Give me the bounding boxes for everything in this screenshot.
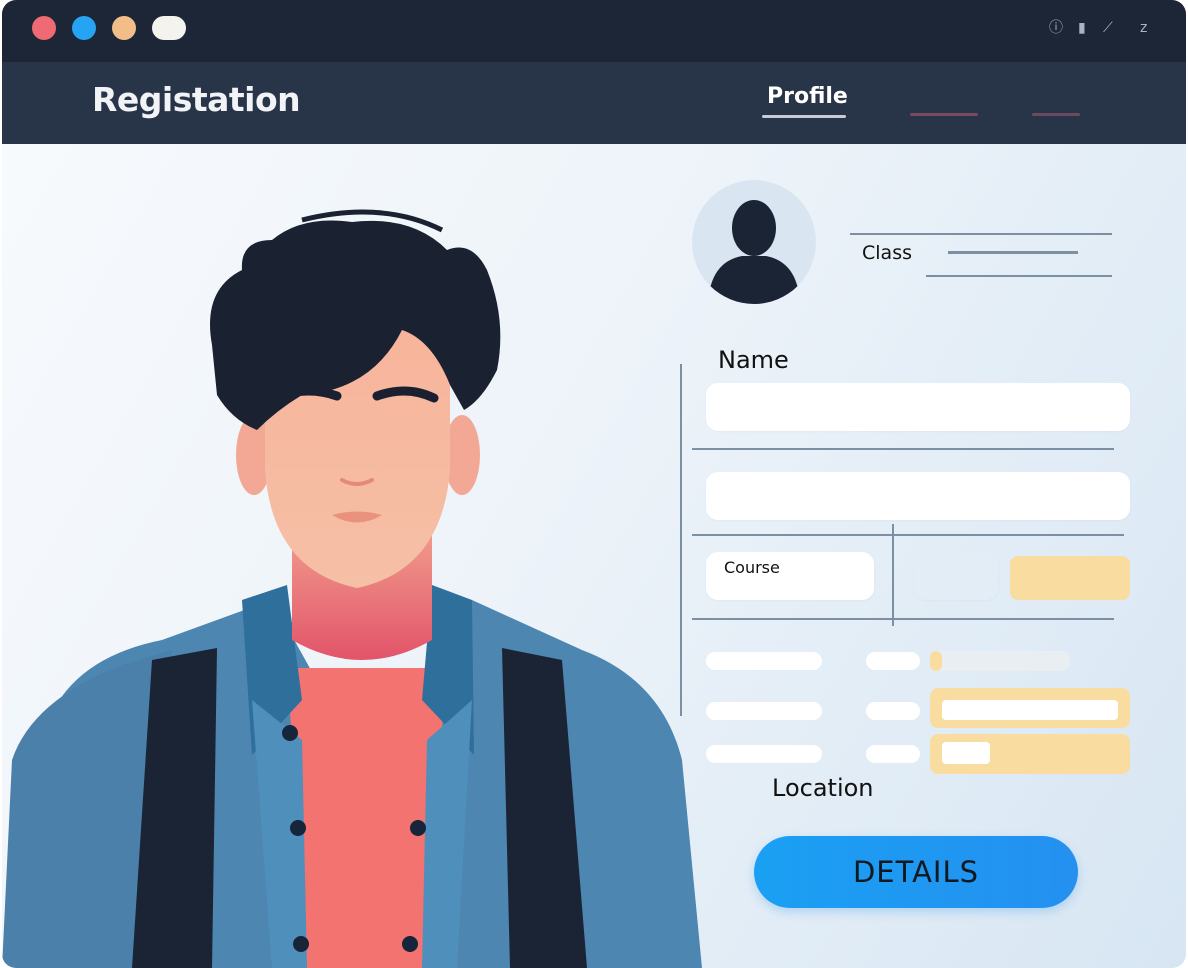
form-left-divider [680,364,682,716]
course-divider-vertical [892,524,894,626]
tab-profile[interactable]: Profile [767,84,848,109]
class-line-top [850,233,1112,235]
course-divider-top [692,534,1124,536]
tab-profile-underline [762,115,846,118]
battery-icon: ▮ [1078,20,1086,36]
tab-underline-2[interactable] [910,113,978,116]
detail-row-2-field[interactable] [942,700,1118,720]
app-window: ⓘ ▮ ⟋ z Registation Profile Class Name C… [2,0,1186,968]
detail-row-1-key [866,652,920,670]
detail-row-1-label [706,652,822,670]
name-field[interactable] [706,383,1130,431]
app-title: Registation [92,80,301,119]
tab-underline-3[interactable] [1032,113,1080,116]
close-window-button[interactable] [32,16,56,40]
name-label: Name [718,346,789,374]
close-icon[interactable]: z [1140,20,1147,36]
details-button[interactable]: DETAILS [754,836,1078,908]
detail-row-1-progress [930,651,1070,671]
name-divider [692,448,1114,450]
course-field[interactable]: Course [706,552,874,600]
info-icon[interactable]: ⓘ [1049,20,1063,36]
detail-row-3-label [706,745,822,763]
signal-icon: ⟋ [1103,20,1113,36]
location-label: Location [772,774,874,802]
detail-row-3-key [866,745,920,763]
class-line-bottom [926,275,1112,277]
window-control-pill[interactable] [152,16,186,40]
class-value-line [948,251,1078,254]
maximize-window-button[interactable] [112,16,136,40]
course-label: Course [724,558,780,577]
detail-row-3-field[interactable] [942,742,990,764]
student-illustration [2,209,702,968]
detail-row-2-label [706,702,822,720]
class-label: Class [862,242,912,264]
minimize-window-button[interactable] [72,16,96,40]
course-option[interactable] [914,552,998,600]
detail-row-2-key [866,702,920,720]
secondary-field[interactable] [706,472,1130,520]
user-silhouette-icon [708,200,800,304]
profile-avatar[interactable] [692,180,816,304]
course-divider-bottom [692,618,1114,620]
detail-row-1-progress-fill [930,651,942,671]
title-bar: ⓘ ▮ ⟋ z [2,0,1186,62]
course-select-button[interactable] [1010,556,1130,600]
